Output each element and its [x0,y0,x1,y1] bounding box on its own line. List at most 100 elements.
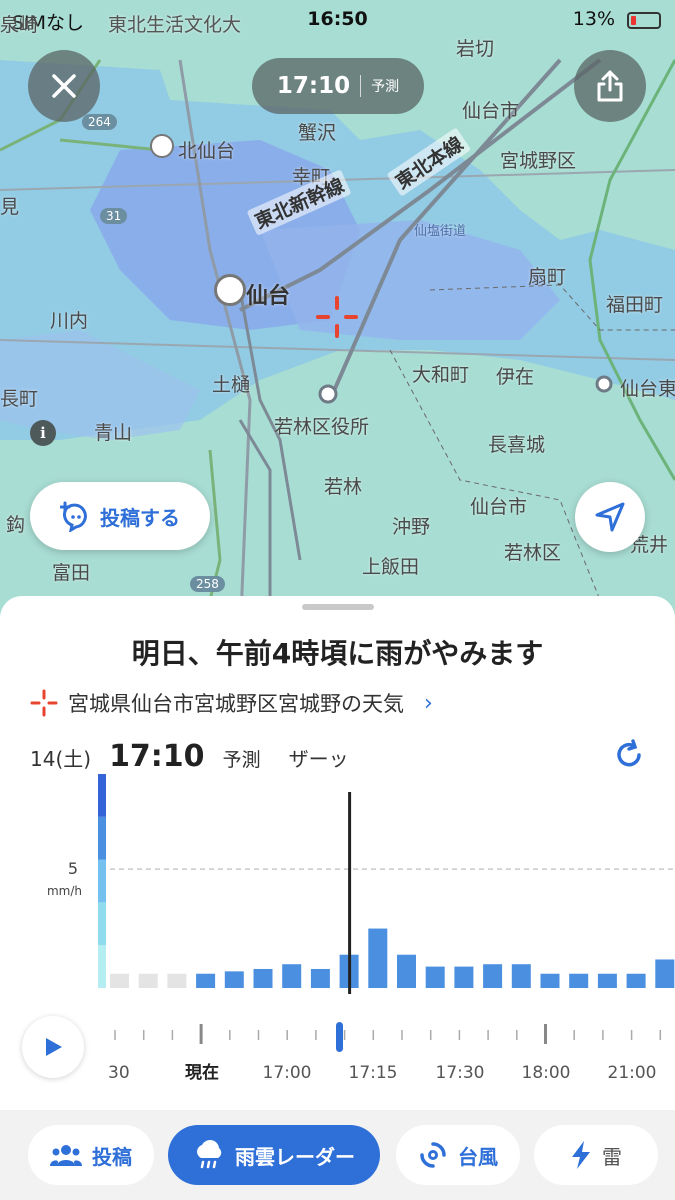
forecast-label: 予測 [371,79,400,95]
tab-thunder[interactable]: 雷 [534,1125,658,1185]
place-label: 大和町 [412,364,470,386]
forecast-type: 予測 [222,749,261,771]
post-report-button[interactable]: 投稿する [30,482,210,550]
close-button[interactable] [28,50,100,122]
train-station-icon [150,134,174,158]
tab-rain-radar[interactable]: 雨雲レーダー [168,1125,380,1185]
navigation-arrow-icon [595,502,625,532]
place-label: 仙台市 [462,100,520,122]
rain-bar [224,971,244,988]
tab-post-label: 投稿 [92,1144,132,1169]
people-icon [50,1145,82,1166]
place-label: 土樋 [212,374,251,396]
place-label: 東北生活文化大 [108,14,242,36]
forecast-date: 14(土) [30,747,92,771]
timeline-label: 30 [108,1063,130,1083]
location-row[interactable]: 宮城県仙台市宮城野区宮城野の天気 › [30,688,433,718]
tab-typhoon[interactable]: 台風 [396,1125,520,1185]
place-label: 沖野 [392,516,431,538]
rain-bar [483,964,503,988]
place-label: 長喜城 [488,434,546,456]
location-name: 宮城県仙台市宮城野区宮城野の天気 [68,692,404,716]
sheet-grabber[interactable] [302,604,374,610]
battery-icon [627,12,661,29]
rain-bar [310,968,330,988]
rain-bar [569,973,589,988]
refresh-icon[interactable] [612,738,646,772]
intensity-legend-segment [98,945,106,988]
rain-bar [368,928,388,988]
tab-typhoon-label: 台風 [458,1144,498,1169]
route-badge: 264 [82,114,117,130]
typhoon-icon [420,1142,446,1168]
place-label: 仙台 [246,284,291,309]
current-location-button[interactable] [575,482,645,552]
forecast-info-row: 14(土) 17:10 予測 ザーッ [30,739,349,774]
place-label: 長町 [0,388,39,410]
tab-rain-radar-label: 雨雲レーダー [235,1144,355,1169]
rain-headline: 明日、午前4時頃に雨がやみます [131,637,544,670]
route-badge: 31 [100,208,128,224]
timeline-label: 17:30 [436,1063,485,1083]
rain-cloud-icon [197,1140,222,1169]
rain-bar [540,973,560,988]
pill-divider [360,75,362,97]
rain-bar [626,973,646,988]
post-bubble-icon [60,501,87,532]
place-label: 扇町 [528,266,567,288]
share-button[interactable] [574,50,646,122]
target-icon [30,689,58,717]
place-label: 岩切 [456,38,495,60]
rain-bar [138,973,158,988]
place-label: 青山 [94,422,133,444]
forecast-time-pill[interactable]: 17:10 予測 [252,58,424,114]
place-label: 若林区役所 [274,416,370,438]
place-label: 鈎 [6,514,26,536]
lightning-icon [572,1141,590,1169]
rain-bar [167,973,187,988]
intensity-legend-segment [98,859,106,903]
place-label: 若林区 [504,542,562,564]
tab-post[interactable]: 投稿 [28,1125,154,1185]
rain-bar [597,973,617,988]
intensity-legend-segment [98,816,106,860]
info-icon[interactable]: i [30,420,56,446]
place-label: 川内 [50,310,89,332]
place-label: 仙塩街道 [414,224,467,239]
tab-thunder-label: 雷 [602,1144,622,1169]
place-label: 富田 [52,562,91,584]
y-axis-unit: mm/h [47,884,82,898]
rain-bar [110,973,129,988]
target-crosshair-icon [316,296,358,338]
place-label: 仙台東 [620,378,675,400]
place-label: 上飯田 [362,556,420,578]
timeline-thumb [336,1022,343,1052]
route-badge: 258 [190,576,225,592]
place-label: 見 [0,196,20,218]
place-label: 仙台市 [470,496,528,518]
rain-description: ザーッ [288,747,349,771]
close-icon [52,74,76,98]
intensity-legend-segment [98,774,106,817]
timeline-label: 17:15 [349,1063,398,1083]
post-report-label: 投稿する [100,505,180,530]
rain-bar [196,973,216,988]
rain-radar-map[interactable]: SIMなし 16:50 13% 東北生活文化大 泉崎 岩切 仙台市 北仙台 蟹沢… [0,0,675,640]
place-label: 若林 [324,476,363,498]
intensity-legend-segment [98,902,106,946]
y-tick-label: 5 [68,859,78,878]
forecast-time: 17:10 [276,73,351,99]
share-icon [597,70,623,102]
rain-chart[interactable]: 5 mm/h [0,774,675,1014]
status-bar: SIMなし 16:50 13% [0,6,675,36]
train-station-icon [214,274,246,306]
place-label: 北仙台 [178,140,236,162]
rain-bar [282,964,302,988]
chevron-right-icon: › [424,690,433,716]
timeline-scrubber[interactable]: 30 現在 17:00 17:15 17:30 18:00 21:00 [0,1016,675,1086]
timeline-label: 17:00 [263,1063,312,1083]
forecast-sheet: 明日、午前4時頃に雨がやみます 宮城県仙台市宮城野区宮城野の天気 › 14(土)… [0,596,675,1110]
rain-bar [655,959,675,988]
place-label: 福田町 [606,294,664,316]
rain-bar [425,966,445,988]
